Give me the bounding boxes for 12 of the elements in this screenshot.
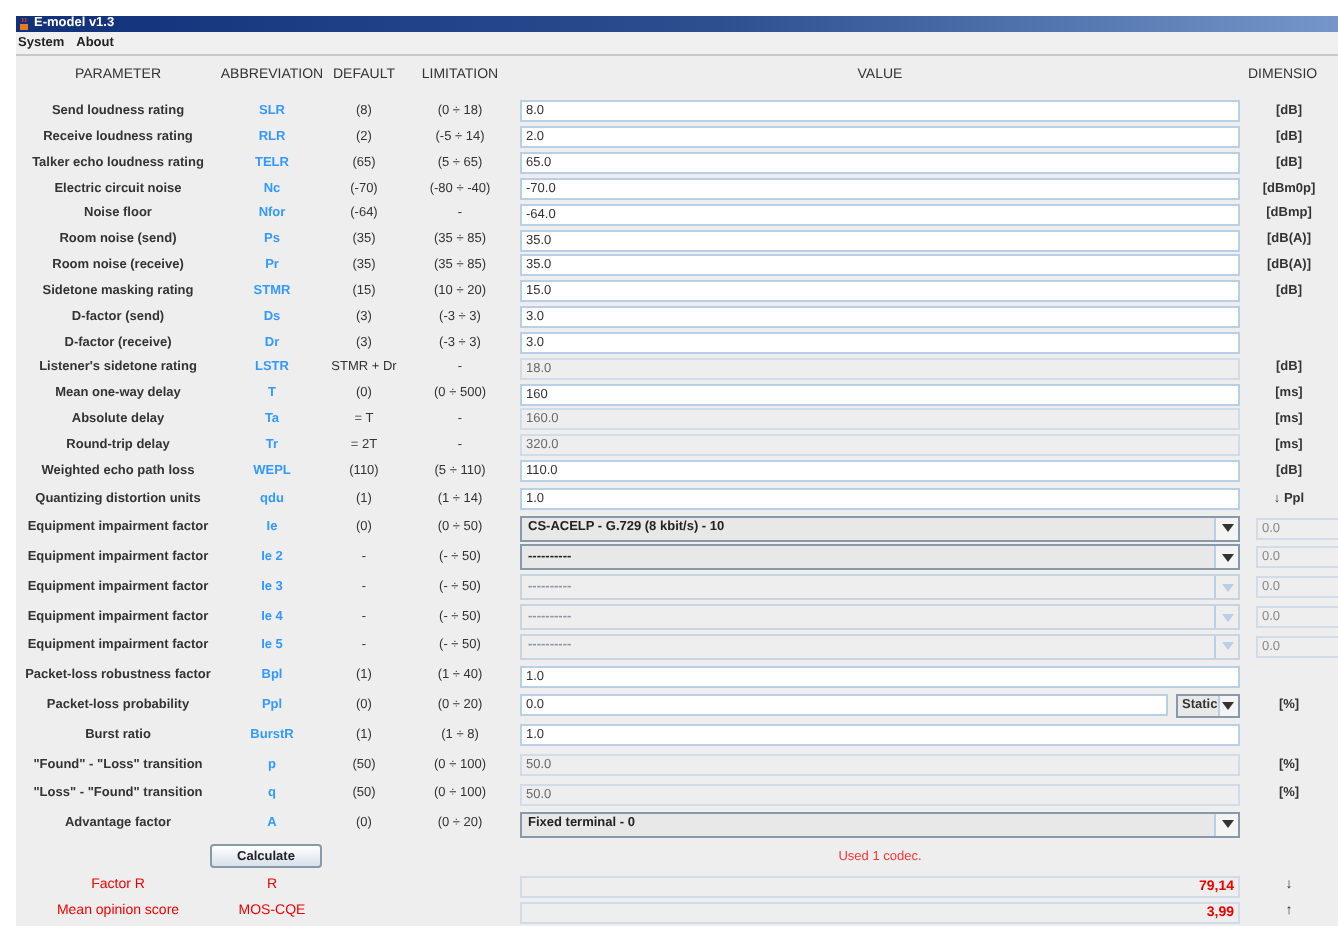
caret-icon bbox=[1221, 613, 1233, 622]
dropdown-arrow-button[interactable] bbox=[1217, 695, 1238, 716]
caret-icon bbox=[1221, 820, 1233, 829]
caret-icon bbox=[1221, 642, 1233, 651]
dropdown-arrow-button[interactable] bbox=[1214, 517, 1238, 540]
coffee-cup-icon bbox=[18, 17, 30, 31]
caret-icon bbox=[1221, 524, 1233, 533]
caret-icon bbox=[1222, 701, 1235, 710]
caret-icon bbox=[1221, 553, 1233, 562]
dropdown-arrow-button[interactable] bbox=[1214, 546, 1238, 569]
dropdown-arrow-button[interactable] bbox=[1214, 813, 1238, 836]
caret-icon bbox=[1221, 583, 1233, 592]
